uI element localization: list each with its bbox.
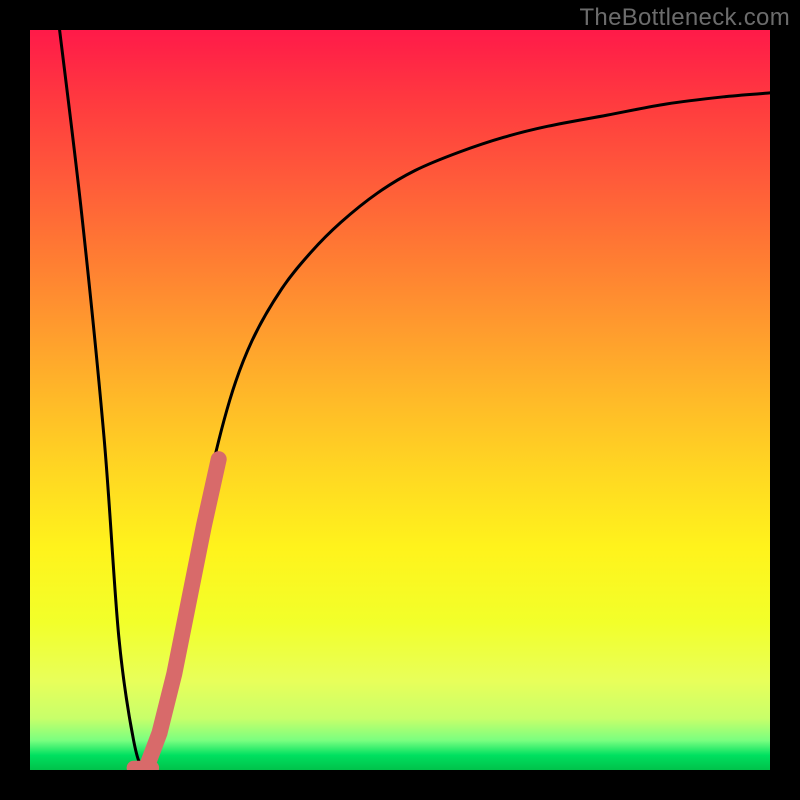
chart-frame: TheBottleneck.com	[0, 0, 800, 800]
watermark-text: TheBottleneck.com	[579, 4, 790, 32]
bottleneck-curve	[60, 30, 770, 770]
highlight-segment	[147, 459, 219, 766]
curve-layer	[30, 30, 770, 770]
plot-area	[30, 30, 770, 770]
